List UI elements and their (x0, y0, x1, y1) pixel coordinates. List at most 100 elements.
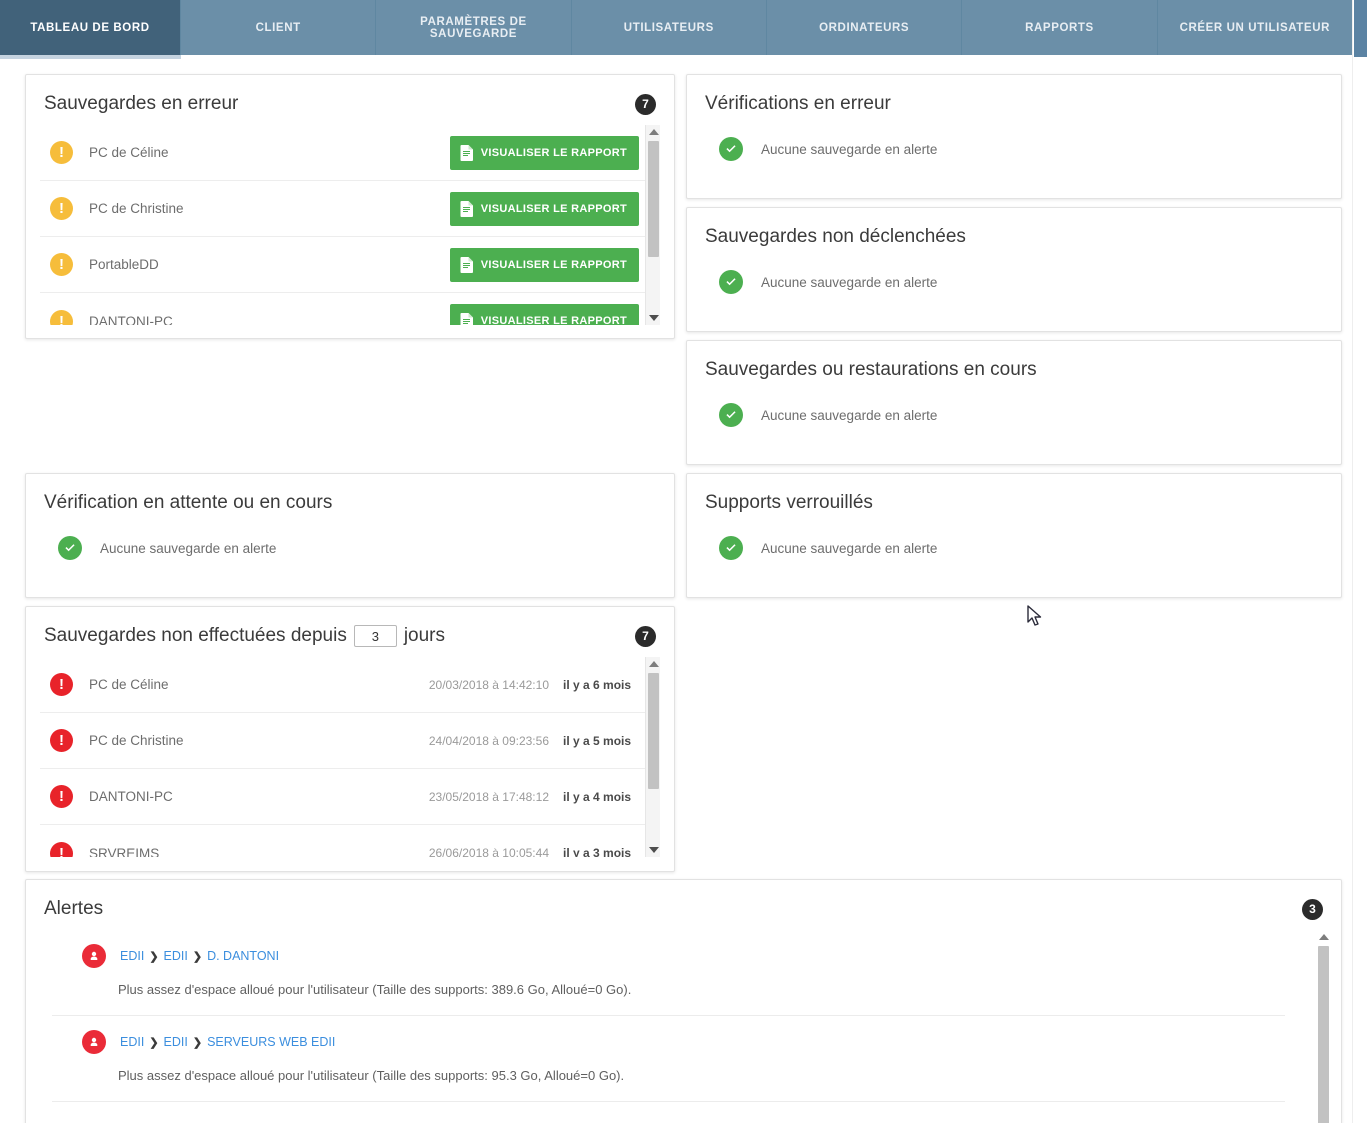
card-sauvegardes-en-erreur: Sauvegardes en erreur 7 ! PC de Céline V… (25, 74, 675, 339)
scroll-up-arrow-icon[interactable] (1316, 930, 1331, 944)
list-item[interactable]: EDII ❯ EDII ❯ SERVEURS WEB EDII Plus ass… (26, 1016, 1311, 1101)
tab-rapports[interactable]: RAPPORTS (962, 0, 1158, 55)
error-icon: ! (50, 673, 73, 696)
chevron-right-icon: ❯ (192, 950, 203, 963)
tab-parametres-de-sauvegarde[interactable]: PARAMÈTRES DE SAUVEGARDE (376, 0, 572, 55)
status-badge: 7 (635, 93, 656, 115)
last-backup-date: 20/03/2018 à 14:42:10 (428, 677, 549, 692)
last-backup-date: 24/04/2018 à 09:23:56 (428, 733, 549, 748)
backups-error-list: ! PC de Céline VISUALISER LE RAPPORT ! P… (40, 125, 660, 325)
computer-name: PC de Christine (89, 201, 184, 216)
chevron-right-icon: ❯ (149, 950, 159, 963)
card-verification-en-attente: Vérification en attente ou en cours Aucu… (25, 473, 675, 598)
table-row[interactable]: ! SRVREIMS 26/06/2018 à 10:05:44 il y a … (40, 825, 645, 857)
breadcrumb-link-3[interactable]: D. DANTONI (207, 949, 279, 963)
error-icon: ! (50, 841, 73, 857)
document-icon (460, 313, 474, 325)
card-header: Sauvegardes non effectuées depuis jours … (26, 607, 674, 657)
card-title: Sauvegardes non effectuées depuis jours (44, 625, 445, 647)
scroll-down-arrow-icon[interactable] (646, 843, 660, 857)
check-circle-icon (719, 137, 743, 161)
days-threshold-input[interactable] (353, 625, 397, 647)
empty-state: Aucune sauvegarde en alerte (26, 524, 674, 582)
breadcrumb-link-1[interactable]: EDII (120, 1035, 144, 1049)
computer-name: DANTONI-PC (89, 789, 173, 804)
card-title: Vérification en attente ou en cours (44, 492, 333, 513)
mouse-cursor (1027, 605, 1043, 632)
alert-header: EDII ❯ EDII ❯ SERVEURS WEB EDII (26, 1016, 1311, 1054)
list-scrollbar[interactable] (645, 125, 660, 325)
alert-header: EDII ❯ EDII ❯ D. DANTONI (26, 930, 1311, 968)
check-circle-icon (719, 270, 743, 294)
tab-label: PARAMÈTRES DE SAUVEGARDE (420, 15, 527, 40)
last-backup-date: 26/06/2018 à 10:05:44 (428, 846, 549, 857)
view-report-button[interactable]: VISUALISER LE RAPPORT (449, 304, 639, 325)
scrollbar-thumb[interactable] (1318, 946, 1329, 1123)
breadcrumb-link-2[interactable]: EDII (164, 949, 188, 963)
breadcrumb: EDII ❯ EDII ❯ SERVEURS WEB EDII (120, 1035, 335, 1049)
card-header: Sauvegardes non déclenchées (687, 208, 1341, 258)
breadcrumb-link-3[interactable]: SERVEURS WEB EDII (207, 1035, 335, 1049)
list-item[interactable]: EDII ❯ EDII ❯ D. DANTONI Plus assez d'es… (26, 930, 1311, 1015)
backups-error-list-scroll: ! PC de Céline VISUALISER LE RAPPORT ! P… (40, 125, 660, 325)
card-supports-verrouilles: Supports verrouillés Aucune sauvegarde e… (686, 473, 1342, 598)
chevron-right-icon: ❯ (192, 1036, 203, 1049)
table-row[interactable]: ! DANTONI-PC 23/05/2018 à 17:48:12 il y … (40, 769, 645, 825)
computer-name: SRVREIMS (89, 845, 160, 858)
error-icon: ! (50, 729, 73, 752)
card-header: Vérifications en erreur (687, 75, 1341, 125)
computer-name: PC de Christine (89, 733, 184, 748)
backups-not-done-list-scroll: ! PC de Céline 20/03/2018 à 14:42:10 il … (40, 657, 660, 857)
user-alert-icon (82, 1030, 106, 1054)
tab-label: ORDINATEURS (819, 21, 910, 34)
tab-client[interactable]: CLIENT (181, 0, 377, 55)
relative-time: il y a 5 mois (563, 733, 632, 748)
card-title-suffix: jours (403, 625, 446, 646)
list-scrollbar[interactable] (645, 657, 660, 857)
scroll-down-arrow-icon[interactable] (646, 311, 660, 325)
tab-ordinateurs[interactable]: ORDINATEURS (767, 0, 963, 55)
view-report-button[interactable]: VISUALISER LE RAPPORT (449, 191, 639, 226)
page-scrollbar-thumb[interactable] (1354, 0, 1367, 57)
page-scrollbar[interactable] (1352, 0, 1367, 1123)
empty-state-text: Aucune sauvegarde en alerte (100, 540, 277, 556)
computer-name: DANTONI-PC (89, 313, 173, 326)
scrollbar-thumb[interactable] (648, 673, 659, 789)
last-backup-date: 23/05/2018 à 17:48:12 (428, 789, 549, 804)
breadcrumb-link-1[interactable]: EDII (120, 949, 144, 963)
empty-state: Aucune sauvegarde en alerte (687, 258, 1341, 316)
scroll-up-arrow-icon[interactable] (646, 657, 660, 671)
scrollbar-thumb[interactable] (648, 141, 659, 257)
breadcrumb-link-2[interactable]: EDII (164, 1035, 188, 1049)
document-icon (460, 200, 474, 217)
computer-name: PC de Céline (89, 677, 169, 692)
tab-label: RAPPORTS (1025, 21, 1094, 34)
empty-state-text: Aucune sauvegarde en alerte (761, 540, 938, 556)
table-row[interactable]: ! PC de Céline 20/03/2018 à 14:42:10 il … (40, 657, 645, 713)
card-title: Alertes (44, 898, 104, 919)
alerts-scrollbar[interactable] (1316, 930, 1331, 1123)
tab-tableau-de-bord[interactable]: TABLEAU DE BORD (0, 0, 181, 55)
card-header: Sauvegardes en erreur 7 (26, 75, 674, 125)
card-header: Sauvegardes ou restaurations en cours (687, 341, 1341, 391)
table-row[interactable]: ! DANTONI-PC VISUALISER LE RAPPORT (40, 293, 645, 325)
empty-state-text: Aucune sauvegarde en alerte (761, 274, 938, 290)
card-header: Alertes 3 (26, 880, 1341, 930)
alerts-list-scroll: EDII ❯ EDII ❯ D. DANTONI Plus assez d'es… (26, 930, 1331, 1123)
table-row[interactable]: ! PC de Céline VISUALISER LE RAPPORT (40, 125, 645, 181)
view-report-button[interactable]: VISUALISER LE RAPPORT (449, 247, 639, 282)
tab-label: TABLEAU DE BORD (30, 21, 150, 34)
table-row[interactable]: ! PC de Christine VISUALISER LE RAPPORT (40, 181, 645, 237)
card-title: Supports verrouillés (705, 492, 873, 513)
view-report-button[interactable]: VISUALISER LE RAPPORT (449, 135, 639, 170)
view-report-label: VISUALISER LE RAPPORT (480, 315, 627, 325)
table-row[interactable]: ! PC de Christine 24/04/2018 à 09:23:56 … (40, 713, 645, 769)
empty-state: Aucune sauvegarde en alerte (687, 125, 1341, 183)
tab-utilisateurs[interactable]: UTILISATEURS (572, 0, 767, 55)
card-title: Vérifications en erreur (705, 93, 891, 114)
scroll-up-arrow-icon[interactable] (646, 125, 660, 139)
warning-icon: ! (50, 197, 73, 220)
computer-name: PC de Céline (89, 145, 169, 160)
tab-creer-un-utilisateur[interactable]: CRÉER UN UTILISATEUR (1158, 0, 1352, 55)
table-row[interactable]: ! PortableDD VISUALISER LE RAPPORT (40, 237, 645, 293)
